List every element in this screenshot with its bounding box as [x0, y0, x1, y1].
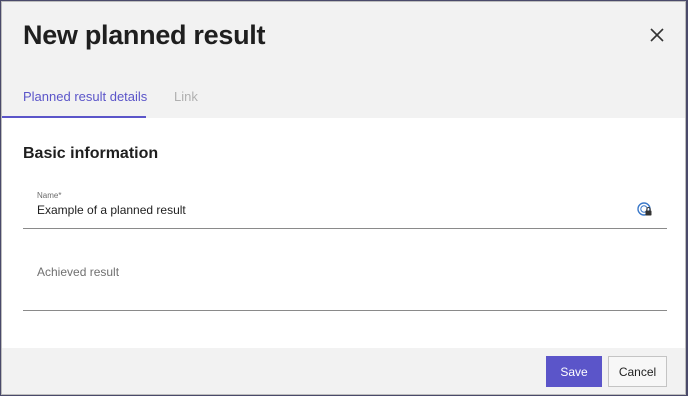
section-title: Basic information [23, 145, 159, 162]
tab-bar: Planned result details Link [2, 82, 685, 118]
tab-label: Planned result details [23, 89, 148, 104]
name-label: Name* [37, 191, 62, 200]
name-field: Name* [23, 185, 667, 229]
new-planned-result-dialog: New planned result Planned result detail… [1, 1, 686, 395]
tab-link[interactable]: Link [174, 82, 198, 118]
dialog-footer: Save Cancel [2, 348, 685, 394]
dialog-content: Basic information Name* [2, 118, 685, 348]
name-input[interactable] [37, 203, 617, 217]
close-button[interactable] [646, 24, 668, 46]
save-button[interactable]: Save [546, 356, 602, 387]
tab-label: Link [174, 89, 198, 104]
dialog-header: New planned result Planned result detail… [2, 2, 685, 118]
cancel-button[interactable]: Cancel [608, 356, 667, 387]
achieved-result-input[interactable] [37, 265, 637, 279]
dialog-title: New planned result [23, 20, 266, 50]
password-manager-icon[interactable] [637, 202, 653, 218]
close-icon [650, 28, 664, 42]
tab-planned-result-details[interactable]: Planned result details [2, 82, 148, 118]
achieved-result-field [23, 256, 667, 311]
